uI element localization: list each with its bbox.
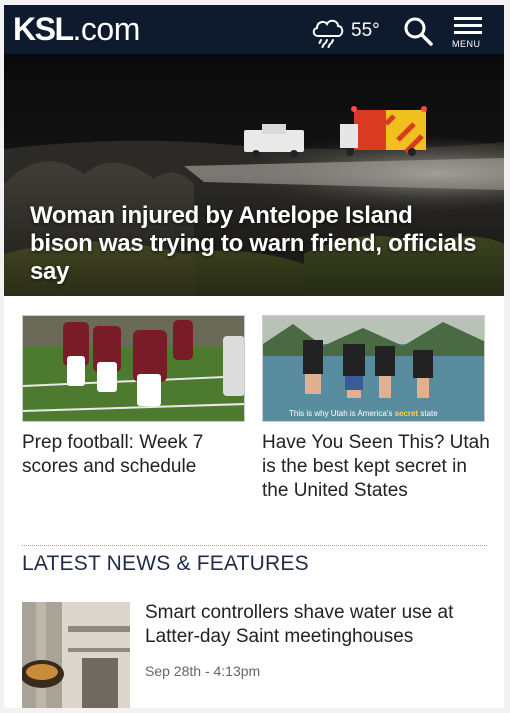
ksl-logo[interactable]: KSL.com [13,11,140,47]
video-caption: This is why Utah is America's secret sta… [289,409,438,418]
weather-widget[interactable]: 55° [309,14,385,48]
news-timestamp: Sep 28th - 4:13pm [145,663,261,679]
meetinghouse-photo [22,602,130,708]
site-header: KSL.com 55° MENU [4,5,504,54]
football-card-title[interactable]: Prep football: Week 7 scores and schedul… [22,431,250,479]
page-frame: KSL.com 55° MENU Woman injured by Antelo… [4,5,504,708]
utah-secret-card-title[interactable]: Have You Seen This? Utah is the best kep… [262,431,490,503]
utah-secret-card-image[interactable]: This is why Utah is America's secret sta… [262,315,485,422]
hero-story[interactable]: Woman injured by Antelope Island bison w… [4,54,504,296]
football-photo [23,316,244,421]
news-headline[interactable]: Smart controllers shave water use at Lat… [145,601,485,649]
menu-label: MENU [452,39,481,49]
hamburger-icon [454,17,482,20]
news-thumbnail[interactable] [22,602,130,708]
search-button[interactable] [402,15,434,47]
section-divider [22,545,487,546]
section-heading: LATEST NEWS & FEATURES [22,552,309,575]
search-icon [404,17,433,46]
football-card-image[interactable] [22,315,245,422]
rain-cloud-icon [312,19,344,48]
logo-main: KSL [13,11,74,47]
temperature: 55° [351,20,380,41]
lake-photo [263,316,484,421]
hero-headline: Woman injured by Antelope Island bison w… [30,202,477,285]
menu-button[interactable]: MENU [452,15,486,49]
logo-suffix: .com [72,11,141,47]
